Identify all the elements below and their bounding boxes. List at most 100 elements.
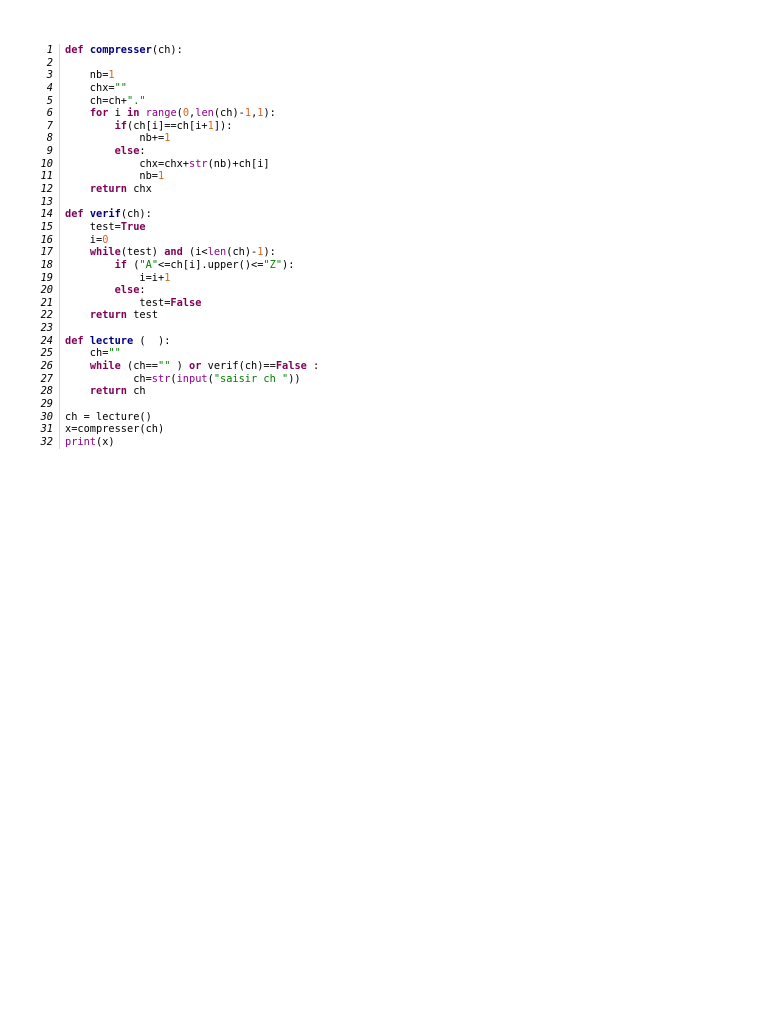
code-text: for i in range(0,len(ch)-1,1): <box>60 107 276 120</box>
code-text: test=True <box>60 221 146 234</box>
code-token: str <box>189 157 208 170</box>
code-token: ]): <box>213 119 233 132</box>
line-number: 25 <box>30 347 60 361</box>
code-token: ): <box>263 246 276 259</box>
line-number: 23 <box>30 322 60 335</box>
code-token: (nb)+ch[i] <box>207 157 270 170</box>
line-number: 10 <box>30 157 60 171</box>
line-number: 24 <box>30 334 60 348</box>
code-line: 1 def compresser(ch): <box>30 44 319 57</box>
line-number: 12 <box>30 183 60 196</box>
code-token: ch = lecture() <box>65 410 152 423</box>
code-token: (ch): <box>120 208 152 221</box>
code-token: nb= <box>65 170 158 183</box>
code-line: 21 test=False <box>30 296 319 310</box>
line-number: 3 <box>30 69 60 82</box>
code-text: chx="" <box>60 82 127 95</box>
code-line: 7 if(ch[i]==ch[i+1]): <box>30 119 319 133</box>
code-text: if ("A"<=ch[i].upper()<="Z"): <box>60 258 295 272</box>
code-line: 22 return test <box>30 309 319 323</box>
code-text: chx=chx+str(nb)+ch[i] <box>60 157 270 171</box>
code-token: : <box>139 145 146 158</box>
code-token: if <box>114 258 128 271</box>
code-text: nb=1 <box>60 69 115 82</box>
code-token: True <box>120 220 146 233</box>
code-text: def lecture ( ): <box>60 335 170 348</box>
line-number: 29 <box>30 397 60 411</box>
line-number: 14 <box>30 208 60 221</box>
code-token: nb= <box>65 69 109 82</box>
code-token: len <box>207 246 227 259</box>
code-token: 1 <box>158 170 165 183</box>
line-number: 4 <box>30 81 60 95</box>
code-token: "" <box>114 81 128 94</box>
code-token: ): <box>282 258 295 271</box>
line-number: 22 <box>30 309 60 323</box>
code-line: 17 while(test) and (i<len(ch)-1): <box>30 246 319 259</box>
code-token: test= <box>65 220 121 233</box>
code-token: 1 <box>108 69 115 82</box>
line-number: 28 <box>30 385 60 398</box>
code-line: 12 return chx <box>30 183 319 196</box>
line-number: 9 <box>30 145 60 158</box>
code-token: "saisir ch " <box>213 372 289 385</box>
code-text: nb+=1 <box>60 132 170 145</box>
code-token: (ch== <box>120 360 159 373</box>
code-line: 26 while (ch=="" ) or verif(ch)==False : <box>30 360 319 373</box>
code-text: def verif(ch): <box>60 208 152 221</box>
code-token: ch=ch+ <box>65 94 127 107</box>
code-line: 32 print(x) <box>30 435 319 449</box>
code-token: test= <box>65 296 171 309</box>
code-text: return ch <box>60 385 146 398</box>
line-number: 30 <box>30 410 60 424</box>
code-token: or <box>189 360 202 373</box>
code-token: "" <box>108 347 121 360</box>
code-line: 20 else: <box>30 284 319 297</box>
code-token: : <box>139 284 146 297</box>
code-line: 5 ch=ch+"." <box>30 94 319 108</box>
code-token: return <box>89 309 128 322</box>
code-token: else <box>114 145 140 158</box>
code-text: return test <box>60 309 158 322</box>
code-token: in <box>127 107 140 120</box>
code-token: ) <box>170 360 190 373</box>
code-token: 0 <box>102 233 109 246</box>
code-token: if <box>114 119 128 132</box>
code-token: str <box>151 372 171 385</box>
code-token: len <box>195 107 214 120</box>
code-line: 8 nb+=1 <box>30 132 319 146</box>
line-number: 26 <box>30 360 60 373</box>
code-token: (ch)- <box>226 246 258 259</box>
code-token: )) <box>288 372 301 385</box>
code-token: "." <box>127 94 146 107</box>
line-number: 7 <box>30 119 60 133</box>
code-token: while <box>89 246 121 259</box>
code-line: 27 ch=str(input("saisir ch ")) <box>30 372 319 386</box>
code-text: i=i+1 <box>60 272 170 285</box>
code-text: def compresser(ch): <box>60 44 183 57</box>
line-number: 20 <box>30 284 60 297</box>
code-line: 18 if ("A"<=ch[i].upper()<="Z"): <box>30 258 319 272</box>
line-number: 15 <box>30 220 60 234</box>
code-line: 30 ch = lecture() <box>30 410 319 424</box>
line-number: 6 <box>30 107 60 120</box>
line-number: 8 <box>30 132 60 146</box>
code-token: (ch): <box>151 44 183 56</box>
code-text: while(test) and (i<len(ch)-1): <box>60 246 276 259</box>
code-token: for <box>89 107 109 120</box>
code-token: i= <box>65 233 103 246</box>
code-listing: 1 def compresser(ch): 2 3 nb=1 4 chx="" 5 ch=… <box>30 44 319 449</box>
code-line: 14 def verif(ch): <box>30 208 319 221</box>
code-token: (test) <box>120 246 165 259</box>
code-token: ): <box>263 107 276 120</box>
line-number: 11 <box>30 170 60 184</box>
line-number: 1 <box>30 44 60 57</box>
code-line: 11 nb=1 <box>30 170 319 184</box>
code-text: ch=ch+"." <box>60 95 146 108</box>
code-text: print(x) <box>60 436 115 449</box>
